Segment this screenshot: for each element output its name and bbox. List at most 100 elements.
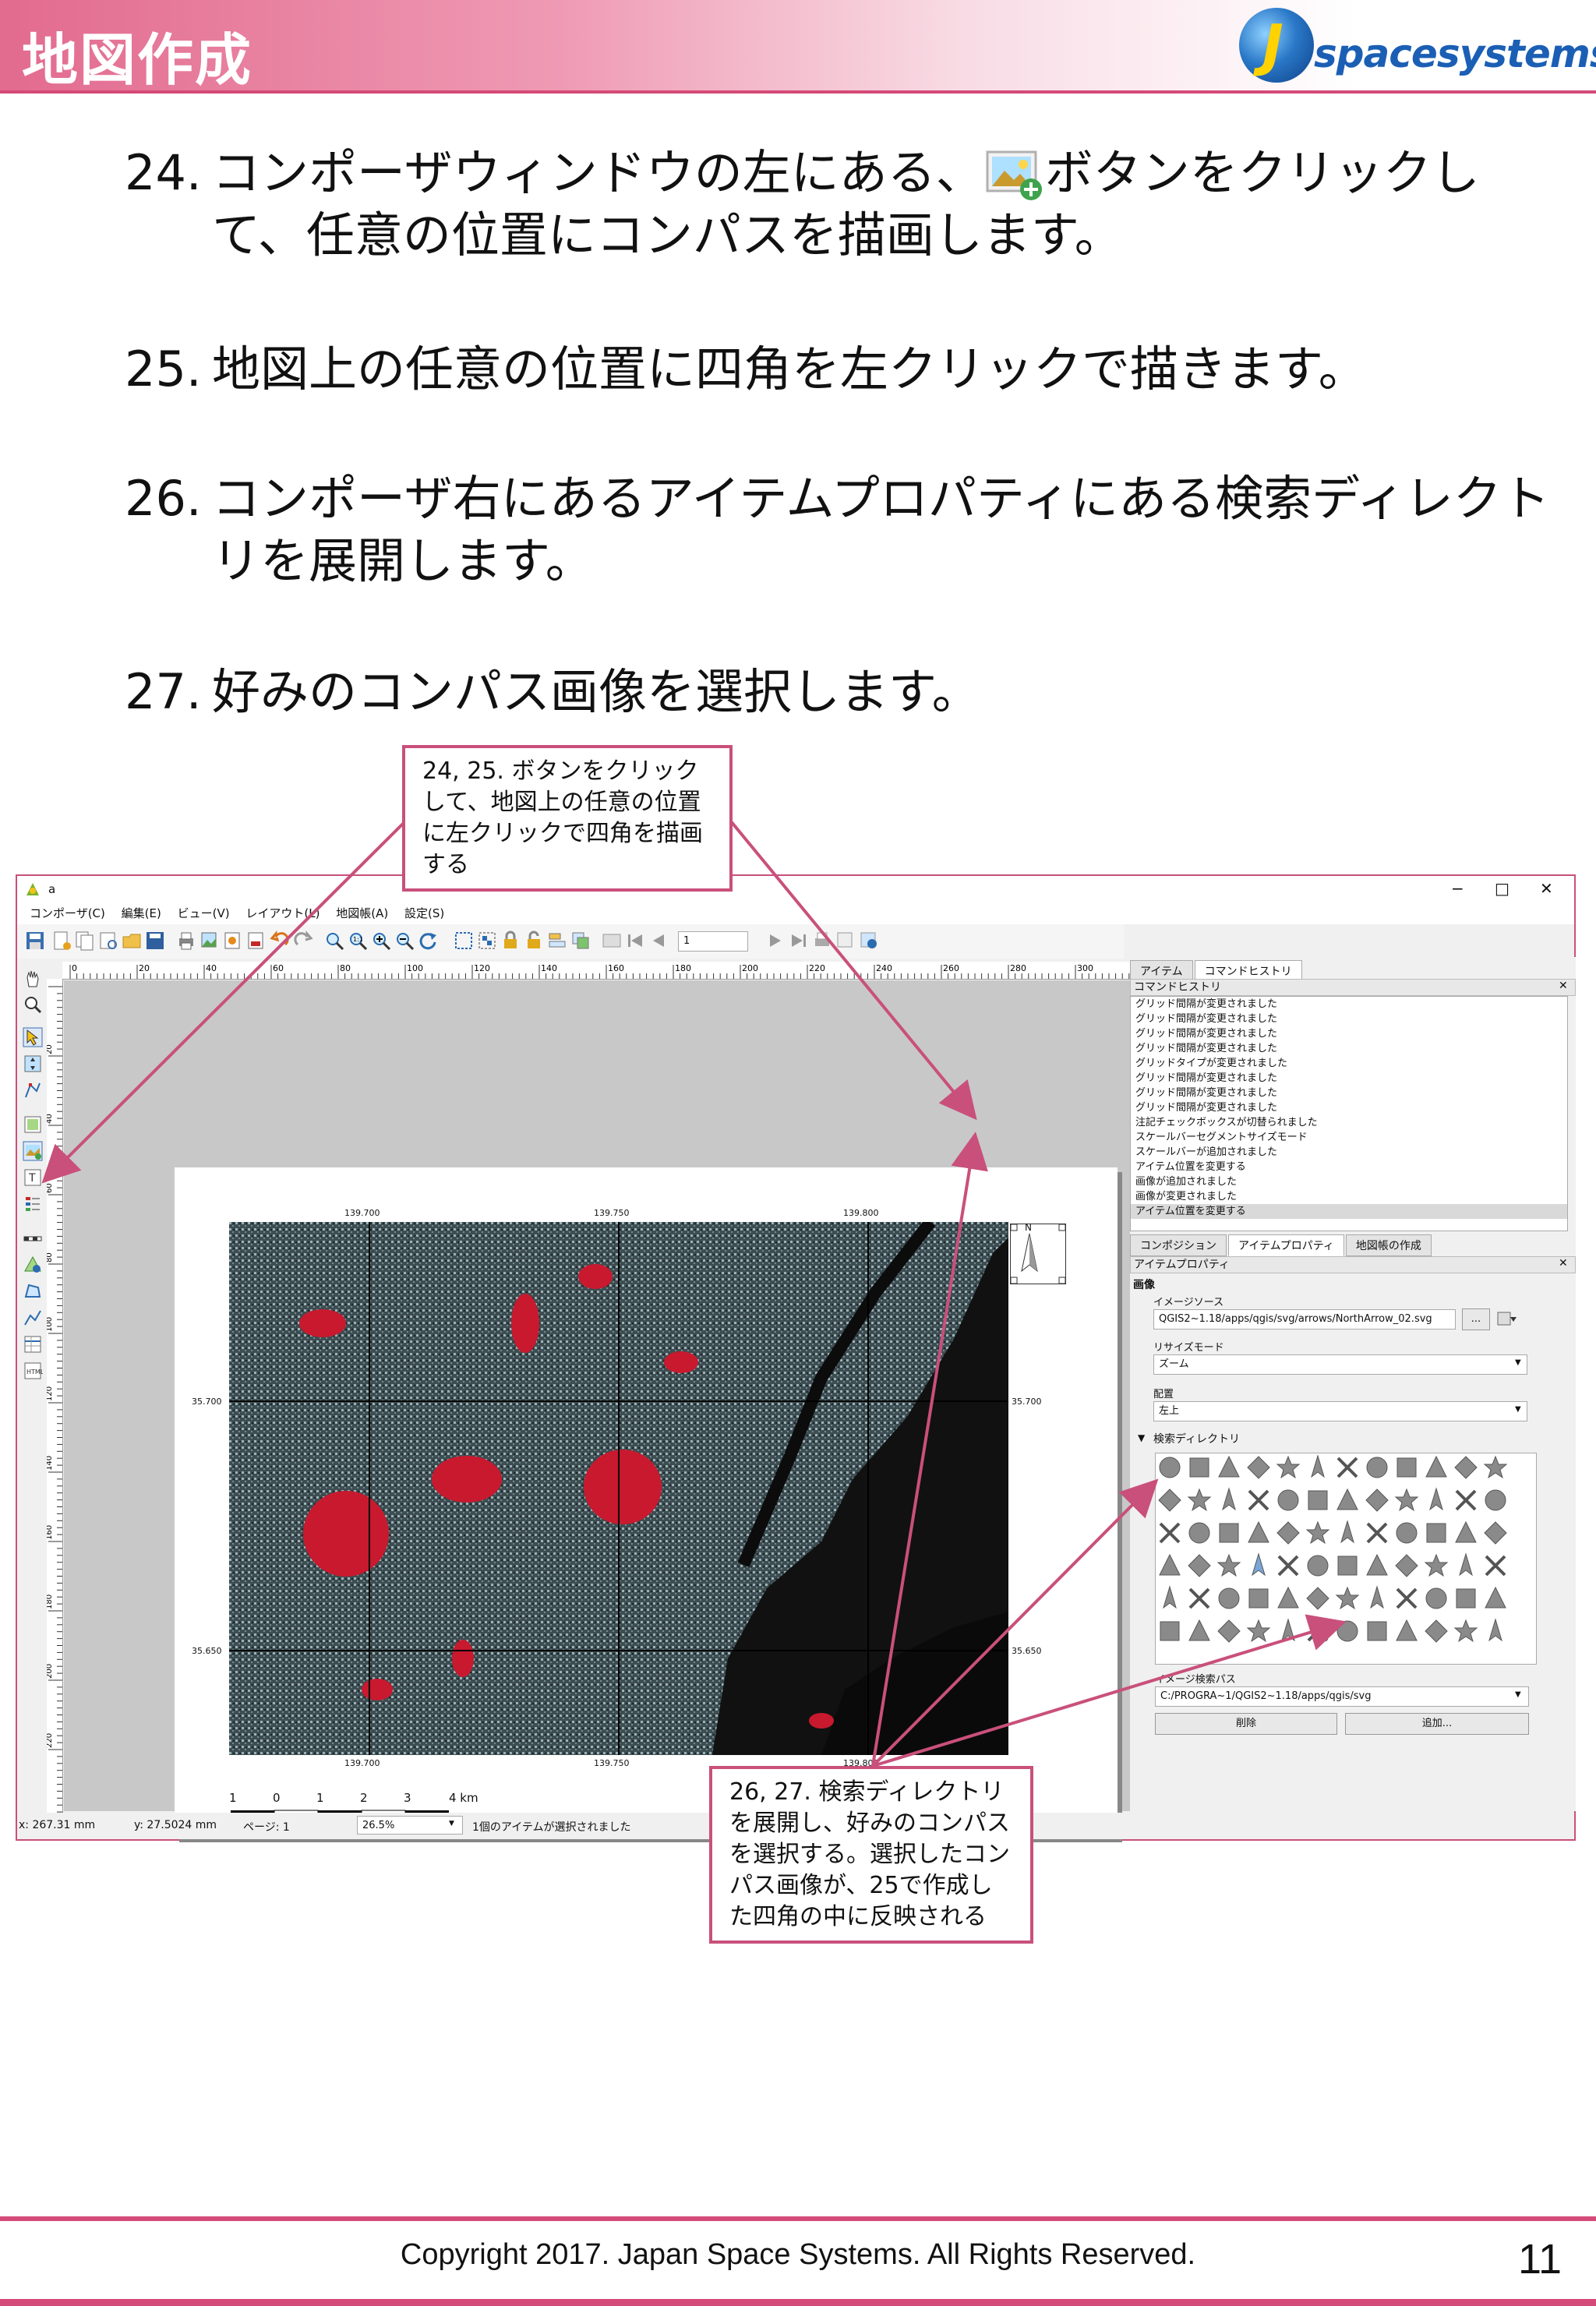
group-icon[interactable] xyxy=(477,931,497,951)
svg-symbol-icon[interactable] xyxy=(1366,1522,1388,1544)
svg-symbol-icon[interactable] xyxy=(1276,1521,1300,1545)
svg-symbol-icon[interactable] xyxy=(1337,1556,1358,1576)
composer-manager-icon[interactable] xyxy=(98,931,118,951)
export-atlas-icon[interactable] xyxy=(835,931,856,951)
image-search-path-field[interactable]: C:/PROGRA~1/QGIS2~1.18/apps/qgis/svg xyxy=(1155,1686,1529,1707)
svg-symbol-icon[interactable] xyxy=(1456,1588,1476,1609)
history-item[interactable]: グリッドタイプが変更されました xyxy=(1131,1056,1567,1071)
redo-icon[interactable] xyxy=(293,931,313,951)
pan-hand-icon[interactable] xyxy=(23,968,43,988)
delete-button[interactable]: 削除 xyxy=(1155,1713,1337,1735)
svg-symbol-icon[interactable] xyxy=(1188,1587,1210,1609)
resize-mode-select[interactable]: ズーム xyxy=(1153,1354,1527,1375)
history-item[interactable]: 注記チェックボックスが切替られました xyxy=(1131,1115,1567,1130)
export-pdf-icon[interactable] xyxy=(246,931,267,951)
svg-symbol-icon[interactable] xyxy=(1484,1521,1507,1545)
unlock-icon[interactable] xyxy=(524,931,544,951)
history-item[interactable]: グリッド間隔が変更されました xyxy=(1131,1071,1567,1086)
svg-symbol-icon[interactable] xyxy=(1336,1488,1358,1510)
history-item[interactable]: グリッド間隔が変更されました xyxy=(1131,1086,1567,1100)
menu-composer[interactable]: コンポーザ(C) xyxy=(30,902,105,924)
svg-symbol-icon[interactable] xyxy=(1336,1457,1358,1478)
svg-symbol-icon[interactable] xyxy=(1394,1488,1419,1512)
placement-select[interactable]: 左上 xyxy=(1153,1401,1527,1421)
atlas-settings-icon[interactable] xyxy=(859,931,879,951)
close-icon[interactable]: ✕ xyxy=(1559,1257,1568,1270)
svg-symbol-icon[interactable] xyxy=(1276,1455,1301,1479)
add-attribute-table-icon[interactable] xyxy=(23,1334,43,1354)
svg-symbol-icon[interactable] xyxy=(1459,1552,1473,1577)
svg-symbol-icon[interactable] xyxy=(1455,1520,1477,1543)
expand-triangle-icon[interactable]: ▼ xyxy=(1138,1432,1145,1443)
svg-symbol-icon[interactable] xyxy=(1454,1456,1478,1479)
svg-symbol-icon[interactable] xyxy=(1429,1487,1443,1511)
svg-symbol-icon[interactable] xyxy=(1160,1621,1180,1641)
zoom-full-icon[interactable] xyxy=(324,931,344,951)
svg-symbol-icon[interactable] xyxy=(1305,1520,1330,1545)
add-html-frame-icon[interactable]: HTML xyxy=(23,1361,43,1381)
lock-icon[interactable] xyxy=(500,931,521,951)
svg-symbol-icon[interactable] xyxy=(1483,1455,1508,1479)
add-polyline-icon[interactable] xyxy=(23,1308,43,1328)
svg-symbol-icon[interactable] xyxy=(1252,1552,1266,1577)
svg-symbol-icon[interactable] xyxy=(1217,1619,1241,1643)
svg-symbol-icon[interactable] xyxy=(1311,1454,1325,1478)
add-button[interactable]: 追加... xyxy=(1345,1713,1529,1735)
svg-symbol-icon[interactable] xyxy=(1425,1587,1447,1609)
browse-button[interactable]: ... xyxy=(1462,1308,1490,1330)
svg-symbol-icon[interactable] xyxy=(1396,1522,1418,1544)
svg-symbol-icon[interactable] xyxy=(1396,1619,1418,1641)
add-legend-icon[interactable] xyxy=(23,1194,43,1214)
svg-symbol-icon[interactable] xyxy=(1246,1619,1271,1643)
svg-symbol-icon[interactable] xyxy=(1367,1621,1387,1641)
svg-symbol-icon[interactable] xyxy=(1159,1553,1181,1576)
new-composer-icon[interactable] xyxy=(51,931,72,951)
expression-icon[interactable] xyxy=(1496,1309,1518,1330)
history-item[interactable]: アイテム位置を変更する xyxy=(1131,1160,1567,1174)
print-icon[interactable] xyxy=(176,931,196,951)
undo-icon[interactable] xyxy=(270,931,290,951)
history-item[interactable]: グリッド間隔が変更されました xyxy=(1131,1012,1567,1026)
svg-symbol-icon[interactable] xyxy=(1218,1587,1240,1609)
svg-symbol-icon[interactable] xyxy=(1188,1554,1211,1577)
zoom-in-icon[interactable] xyxy=(371,931,391,951)
zoom-tool-icon[interactable] xyxy=(23,994,43,1015)
composer-page[interactable]: 139.700 139.750 139.800 139.700 139.750 … xyxy=(175,1167,1118,1838)
history-item[interactable]: グリッド間隔が変更されました xyxy=(1131,997,1567,1012)
svg-symbol-icon[interactable] xyxy=(1189,1457,1209,1478)
prev-feature-icon[interactable] xyxy=(648,931,669,951)
svg-symbol-icon[interactable] xyxy=(1455,1489,1477,1511)
svg-symbol-icon[interactable] xyxy=(1277,1555,1299,1577)
raise-icon[interactable] xyxy=(570,931,591,951)
maximize-button[interactable]: □ xyxy=(1495,879,1509,898)
svg-symbol-icon[interactable] xyxy=(1159,1457,1181,1478)
svg-symbol-icon[interactable] xyxy=(1222,1487,1236,1511)
svg-symbol-icon[interactable] xyxy=(1366,1457,1388,1478)
print-atlas-icon[interactable] xyxy=(812,931,832,951)
export-image-icon[interactable] xyxy=(200,931,220,951)
first-feature-icon[interactable] xyxy=(625,931,645,951)
menu-edit[interactable]: 編集(E) xyxy=(122,902,161,924)
save-template-icon[interactable] xyxy=(145,931,165,951)
move-content-icon[interactable] xyxy=(23,1054,43,1074)
svg-symbol-icon[interactable] xyxy=(1306,1587,1329,1610)
select-all-icon[interactable] xyxy=(454,931,474,951)
refresh-icon[interactable] xyxy=(418,931,438,951)
add-label-icon[interactable]: T xyxy=(23,1167,43,1188)
zoom-actual-icon[interactable]: 1:1 xyxy=(348,931,368,951)
svg-symbol-icon[interactable] xyxy=(1370,1585,1384,1609)
svg-symbol-icon[interactable] xyxy=(1425,1455,1447,1478)
export-svg-icon[interactable] xyxy=(223,931,243,951)
next-feature-icon[interactable] xyxy=(765,931,786,951)
svg-symbol-icon[interactable] xyxy=(1248,1489,1269,1511)
minimize-button[interactable]: − xyxy=(1451,879,1464,898)
history-item[interactable]: スケールバーセグメントサイズモード xyxy=(1131,1130,1567,1145)
add-scalebar-icon[interactable] xyxy=(23,1228,43,1248)
svg-symbol-icon[interactable] xyxy=(1281,1618,1295,1642)
zoom-select[interactable]: 26.5% xyxy=(357,1816,463,1835)
svg-symbol-icon[interactable] xyxy=(1396,1457,1417,1478)
svg-symbol-icon[interactable] xyxy=(1453,1619,1478,1643)
duplicate-composer-icon[interactable] xyxy=(75,931,95,951)
svg-symbol-icon[interactable] xyxy=(1396,1587,1418,1609)
compass-frame[interactable]: N xyxy=(1010,1222,1066,1284)
